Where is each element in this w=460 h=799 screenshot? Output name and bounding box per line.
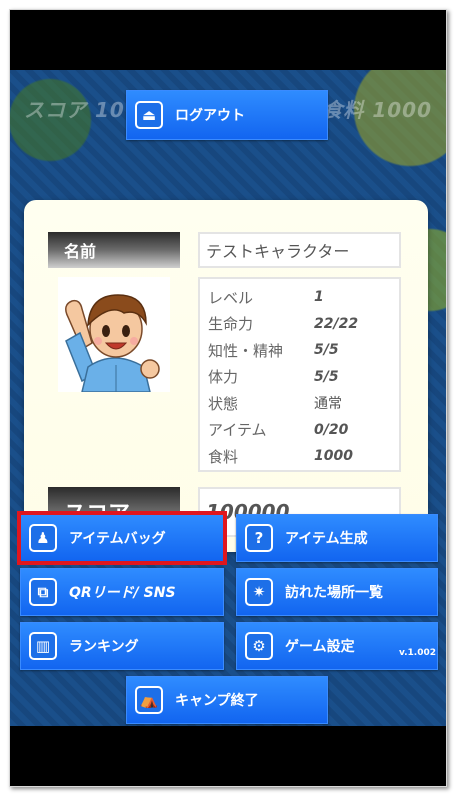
stat-row-stamina: 体力 5/5 <box>208 364 391 391</box>
stat-row-intellect: 知性・精神 5/5 <box>208 337 391 364</box>
stat-key: 知性・精神 <box>208 341 284 360</box>
bottom-black-bar <box>10 726 446 786</box>
name-label: 名前 <box>48 232 180 268</box>
stat-row-vitality: 生命力 22/22 <box>208 311 391 338</box>
stats-list: レベル 1 生命力 22/22 知性・精神 5/5 体力 5/5 状態 通常 ア… <box>198 277 401 472</box>
item-create-label: アイテム生成 <box>285 531 368 547</box>
stat-row-food: 食料 1000 <box>208 443 391 470</box>
stat-row-level: レベル 1 <box>208 284 391 311</box>
stat-value: 1000 <box>314 448 353 465</box>
end-camp-button[interactable]: ⛺ キャンプ終了 <box>126 676 328 724</box>
stat-key: 食料 <box>208 447 239 466</box>
stat-value: 1 <box>314 289 324 306</box>
map-icon: ✷ <box>245 578 273 606</box>
stat-key: レベル <box>208 288 254 307</box>
hud-food: 食料 1000 <box>322 98 432 122</box>
logout-label: ログアウト <box>175 108 245 124</box>
stat-key: アイテム <box>208 421 267 440</box>
camp-icon: ⛺ <box>135 686 163 714</box>
stat-value: 通常 <box>314 396 342 413</box>
item-create-icon: ? <box>245 524 273 552</box>
character-avatar <box>58 277 170 393</box>
stat-key: 生命力 <box>208 315 254 334</box>
bag-icon: ♟ <box>29 524 57 552</box>
qr-sns-button[interactable]: ⧉ QRリード/ SNS <box>20 568 224 616</box>
stat-value: 22/22 <box>314 315 359 332</box>
qr-sns-icon: ⧉ <box>29 578 57 606</box>
logout-icon: ⏏ <box>135 101 163 129</box>
stat-value: 5/5 <box>314 342 339 359</box>
app-frame: スコア 10 食料 1000 ⏏ ログアウト 名前 テストキャラクター レベル … <box>9 9 447 787</box>
stat-value: 0/20 <box>314 421 349 438</box>
game-settings-button[interactable]: ⚙ ゲーム設定 <box>236 622 438 670</box>
visited-places-label: 訪れた場所一覧 <box>285 585 383 601</box>
item-bag-label: アイテムバッグ <box>69 531 166 547</box>
ranking-icon: ▥ <box>29 632 57 660</box>
character-name: テストキャラクター <box>198 232 401 268</box>
qr-sns-label: QRリード/ SNS <box>69 585 176 601</box>
stat-key: 体力 <box>208 368 239 387</box>
stat-key: 状態 <box>208 394 239 413</box>
version-text: v.1.002 <box>398 648 436 658</box>
ranking-button[interactable]: ▥ ランキング <box>20 622 224 670</box>
end-camp-label: キャンプ終了 <box>175 693 259 709</box>
game-settings-label: ゲーム設定 <box>285 639 355 655</box>
gear-icon: ⚙ <box>245 632 273 660</box>
logout-button[interactable]: ⏏ ログアウト <box>126 90 328 140</box>
stat-row-status: 状態 通常 <box>208 390 391 417</box>
item-bag-button[interactable]: ♟ アイテムバッグ <box>17 511 227 565</box>
stat-row-items: アイテム 0/20 <box>208 417 391 444</box>
ranking-label: ランキング <box>69 639 139 655</box>
game-screen: スコア 10 食料 1000 ⏏ ログアウト 名前 テストキャラクター レベル … <box>10 70 446 726</box>
top-black-bar <box>10 10 446 70</box>
hud-score: スコア 10 <box>24 98 125 122</box>
item-create-button[interactable]: ? アイテム生成 <box>236 514 438 562</box>
visited-places-button[interactable]: ✷ 訪れた場所一覧 <box>236 568 438 616</box>
profile-panel: 名前 テストキャラクター レベル 1 生命力 22/22 知性・精神 5/5 体… <box>24 200 428 552</box>
stat-value: 5/5 <box>314 368 339 385</box>
